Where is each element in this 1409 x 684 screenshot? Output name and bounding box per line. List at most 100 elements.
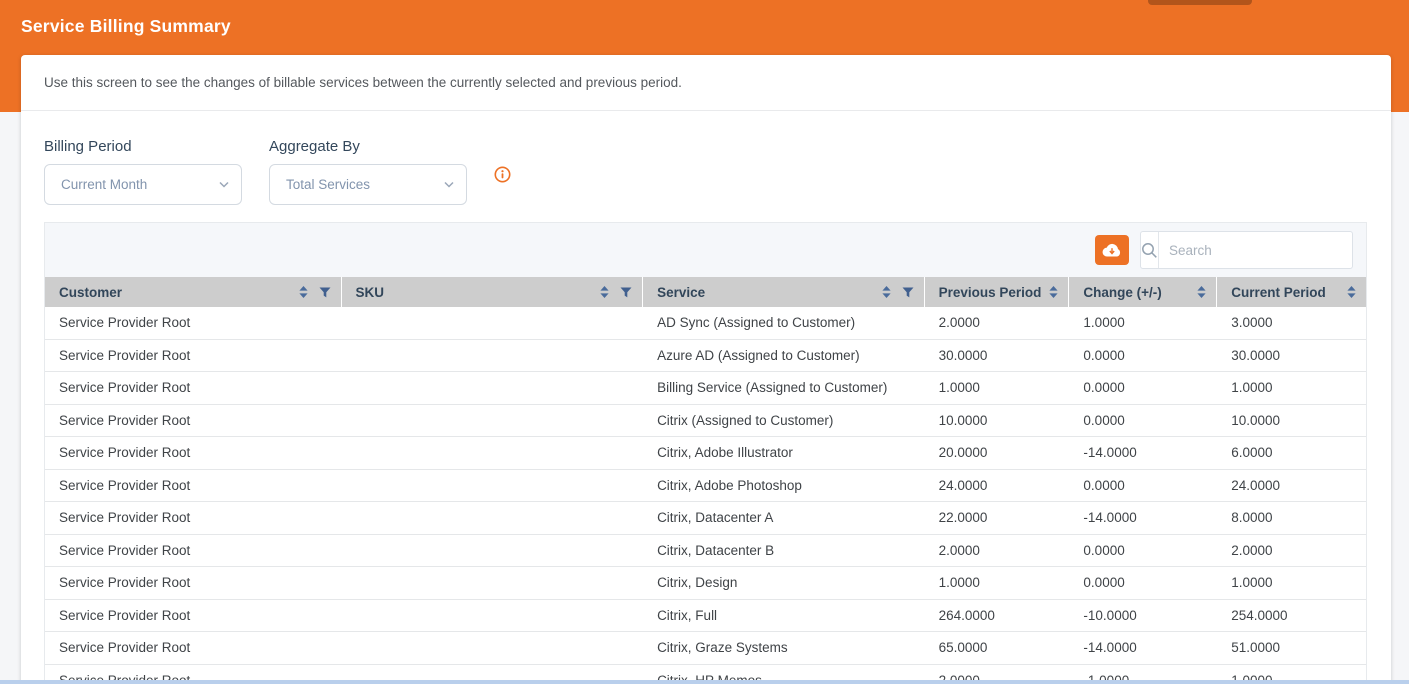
table-row[interactable]: Service Provider Root Citrix (Assigned t… (45, 405, 1366, 438)
billing-period-value: Current Month (61, 177, 219, 192)
cell-customer: Service Provider Root (45, 405, 342, 437)
cell-change: -14.0000 (1069, 437, 1217, 469)
cell-customer: Service Provider Root (45, 307, 342, 339)
table-row[interactable]: Service Provider Root AD Sync (Assigned … (45, 307, 1366, 340)
cell-customer: Service Provider Root (45, 535, 342, 567)
billing-period-dropdown[interactable]: Current Month (44, 164, 242, 205)
cell-change: -14.0000 (1069, 502, 1217, 534)
table-row[interactable]: Service Provider Root Citrix, Datacenter… (45, 502, 1366, 535)
cell-customer: Service Provider Root (45, 470, 342, 502)
info-icon[interactable] (494, 166, 511, 183)
cell-change: 0.0000 (1069, 470, 1217, 502)
cell-previous-period: 264.0000 (925, 600, 1070, 632)
cell-service: Citrix, Full (643, 600, 925, 632)
billing-table: Customer SKU (44, 222, 1367, 684)
cell-customer: Service Provider Root (45, 437, 342, 469)
cell-change: 0.0000 (1069, 567, 1217, 599)
table-row[interactable]: Service Provider Root Citrix, Graze Syst… (45, 632, 1366, 665)
column-header-sku[interactable]: SKU (342, 277, 644, 307)
column-label: Customer (59, 285, 122, 300)
cell-change: -14.0000 (1069, 632, 1217, 664)
sort-icon[interactable] (1197, 286, 1206, 298)
cloud-download-icon (1102, 243, 1122, 258)
search-input[interactable] (1159, 232, 1356, 268)
cell-change: 0.0000 (1069, 340, 1217, 372)
cell-service: Azure AD (Assigned to Customer) (643, 340, 925, 372)
cell-service: Billing Service (Assigned to Customer) (643, 372, 925, 404)
aggregate-by-label: Aggregate By (269, 138, 360, 155)
cell-sku (342, 600, 644, 632)
cell-change: 0.0000 (1069, 372, 1217, 404)
cell-customer: Service Provider Root (45, 340, 342, 372)
cell-service: Citrix, Design (643, 567, 925, 599)
cell-service: Citrix, Datacenter B (643, 535, 925, 567)
aggregate-by-dropdown[interactable]: Total Services (269, 164, 467, 205)
search-box (1140, 231, 1353, 269)
cell-service: Citrix, Graze Systems (643, 632, 925, 664)
sort-icon[interactable] (1049, 286, 1058, 298)
column-header-service[interactable]: Service (643, 277, 925, 307)
cell-current-period: 254.0000 (1217, 600, 1366, 632)
table-row[interactable]: Service Provider Root Citrix, Adobe Illu… (45, 437, 1366, 470)
cell-service: Citrix (Assigned to Customer) (643, 405, 925, 437)
cell-sku (342, 437, 644, 469)
cell-current-period: 51.0000 (1217, 632, 1366, 664)
cell-previous-period: 30.0000 (925, 340, 1070, 372)
description-text: Use this screen to see the changes of bi… (44, 75, 682, 90)
column-label: Service (657, 285, 705, 300)
search-icon (1141, 232, 1159, 268)
cell-current-period: 30.0000 (1217, 340, 1366, 372)
cell-current-period: 2.0000 (1217, 535, 1366, 567)
cell-sku (342, 470, 644, 502)
cell-current-period: 6.0000 (1217, 437, 1366, 469)
cell-previous-period: 1.0000 (925, 372, 1070, 404)
billing-period-label: Billing Period (44, 138, 132, 155)
column-header-change[interactable]: Change (+/-) (1069, 277, 1217, 307)
cell-service: Citrix, Adobe Photoshop (643, 470, 925, 502)
aggregate-by-value: Total Services (286, 177, 444, 192)
description-section: Use this screen to see the changes of bi… (21, 55, 1391, 111)
service-billing-summary-page: Service Billing Summary Use this screen … (0, 0, 1409, 684)
cell-sku (342, 307, 644, 339)
cell-previous-period: 2.0000 (925, 307, 1070, 339)
table-row[interactable]: Service Provider Root Citrix, Datacenter… (45, 535, 1366, 568)
cell-current-period: 1.0000 (1217, 372, 1366, 404)
table-row[interactable]: Service Provider Root Billing Service (A… (45, 372, 1366, 405)
export-button[interactable] (1095, 235, 1129, 265)
cell-previous-period: 65.0000 (925, 632, 1070, 664)
cell-sku (342, 372, 644, 404)
table-body: Service Provider Root AD Sync (Assigned … (45, 307, 1366, 684)
table-row[interactable]: Service Provider Root Azure AD (Assigned… (45, 340, 1366, 373)
cell-current-period: 8.0000 (1217, 502, 1366, 534)
cell-change: 0.0000 (1069, 535, 1217, 567)
cell-sku (342, 340, 644, 372)
cell-previous-period: 20.0000 (925, 437, 1070, 469)
filter-icon[interactable] (902, 287, 914, 298)
filter-icon[interactable] (319, 287, 331, 298)
sort-icon[interactable] (1347, 286, 1356, 298)
column-header-current-period[interactable]: Current Period (1217, 277, 1366, 307)
filter-icon[interactable] (620, 287, 632, 298)
column-header-previous-period[interactable]: Previous Period (925, 277, 1070, 307)
column-label: Previous Period (939, 285, 1042, 300)
cell-service: Citrix, Datacenter A (643, 502, 925, 534)
cell-customer: Service Provider Root (45, 600, 342, 632)
chevron-down-icon (219, 181, 229, 188)
sort-icon[interactable] (600, 286, 609, 298)
cell-customer: Service Provider Root (45, 372, 342, 404)
top-notch-decoration (1148, 0, 1252, 5)
cell-current-period: 3.0000 (1217, 307, 1366, 339)
sort-icon[interactable] (882, 286, 891, 298)
cell-service: Citrix, Adobe Illustrator (643, 437, 925, 469)
column-header-customer[interactable]: Customer (45, 277, 342, 307)
sort-icon[interactable] (299, 286, 308, 298)
cell-sku (342, 632, 644, 664)
cell-customer: Service Provider Root (45, 567, 342, 599)
cell-previous-period: 1.0000 (925, 567, 1070, 599)
cell-sku (342, 502, 644, 534)
table-row[interactable]: Service Provider Root Citrix, Design 1.0… (45, 567, 1366, 600)
table-row[interactable]: Service Provider Root Citrix, Adobe Phot… (45, 470, 1366, 503)
cell-sku (342, 535, 644, 567)
cell-previous-period: 22.0000 (925, 502, 1070, 534)
table-row[interactable]: Service Provider Root Citrix, Full 264.0… (45, 600, 1366, 633)
